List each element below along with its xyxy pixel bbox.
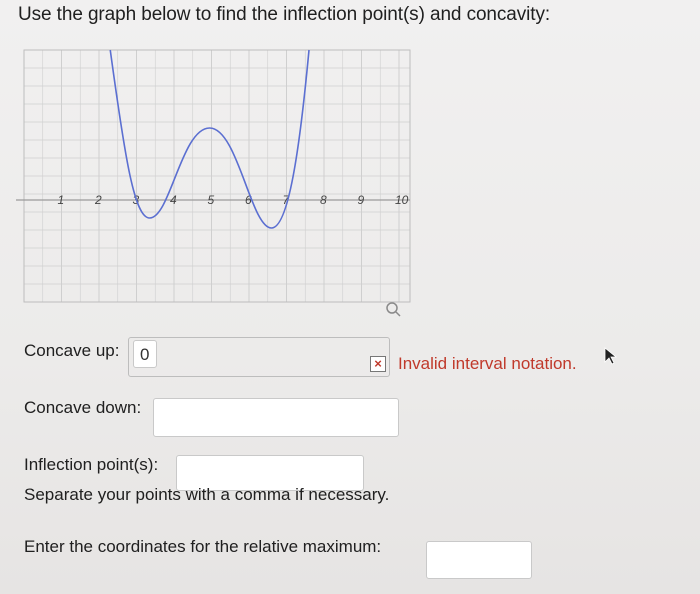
concave-up-label: Concave up:: [24, 341, 120, 360]
inflection-points-label: Inflection point(s):: [24, 455, 159, 474]
concave-up-input[interactable]: 0: [133, 340, 157, 368]
concave-down-label: Concave down:: [24, 398, 142, 417]
concave-up-field-frame: [128, 337, 390, 377]
x-icon: ×: [370, 356, 386, 372]
x-tick-label: 5: [208, 193, 215, 207]
x-tick-label: 4: [170, 193, 177, 207]
x-tick-label: 1: [58, 193, 65, 207]
function-graph: 1 2 3 4 5 6 7 8 9 10: [16, 49, 411, 317]
x-tick-label: 8: [320, 193, 327, 207]
relative-maximum-input[interactable]: [426, 541, 532, 579]
inflection-points-hint: Separate your points with a comma if nec…: [24, 485, 390, 504]
x-tick-label: 9: [358, 193, 365, 207]
graph-grid: [23, 49, 411, 303]
relative-maximum-label: Enter the coordinates for the relative m…: [24, 537, 382, 556]
magnifier-icon[interactable]: [386, 302, 401, 317]
x-tick-label: 10: [395, 193, 409, 207]
cursor-icon: [604, 347, 618, 365]
error-message: Invalid interval notation.: [398, 354, 577, 373]
x-tick-label: 2: [94, 193, 102, 207]
concave-down-input[interactable]: [153, 398, 399, 437]
question-title: Use the graph below to find the inflecti…: [18, 4, 551, 25]
